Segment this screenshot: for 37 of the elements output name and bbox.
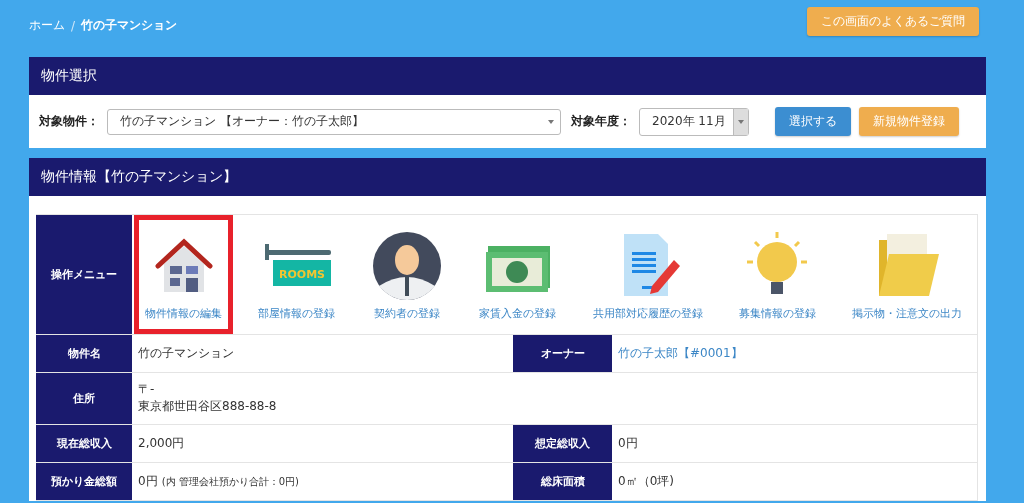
row-label: 住所 bbox=[36, 373, 132, 425]
field-label: 対象年度： bbox=[571, 113, 631, 130]
menu-item[interactable]: 共用部対応履歴の登録 bbox=[581, 215, 714, 334]
cell-value: 0㎡（0坪) bbox=[618, 472, 675, 490]
menu-item[interactable]: 掲示物・注意文の出力 bbox=[840, 215, 973, 334]
cell-value: 0円 bbox=[618, 434, 639, 452]
breadcrumb-separator: / bbox=[71, 18, 76, 33]
cell-value: 〒- bbox=[138, 381, 156, 398]
menu-item[interactable]: ROOMS 部屋情報の登録 bbox=[247, 215, 347, 334]
cell-value: 0円 (内 管理会社預かり合計：0円) bbox=[138, 472, 300, 490]
year-select[interactable]: 2020年 11月 bbox=[639, 107, 749, 136]
row-label: 物件名 bbox=[36, 335, 132, 373]
row-label: 想定総収入 bbox=[513, 424, 612, 463]
caret-icon bbox=[548, 119, 554, 124]
row-label: 操作メニュー bbox=[36, 215, 132, 335]
person-icon bbox=[371, 230, 444, 302]
cell-note: (内 管理会社預かり合計：0円) bbox=[161, 475, 299, 487]
caret-icon bbox=[738, 119, 744, 124]
owner-link[interactable]: 竹の子太郎【#0001】 bbox=[618, 344, 971, 363]
cell-value: 2,000円 bbox=[138, 434, 186, 452]
cell-value: 竹の子マンション bbox=[138, 344, 235, 362]
row-label: オーナー bbox=[513, 335, 612, 373]
menu-item[interactable]: 募集情報の登録 bbox=[727, 215, 827, 334]
cell-value: 東京都世田谷区888-88-8 bbox=[138, 398, 278, 416]
breadcrumb-item[interactable]: ホーム bbox=[29, 17, 65, 34]
menu-item[interactable]: 契約者の登録 bbox=[360, 215, 455, 334]
menu-item[interactable]: 家賃入金の登録 bbox=[468, 215, 568, 334]
action-button[interactable]: 選択する bbox=[775, 107, 851, 136]
breadcrumb-item: 竹の子マンション bbox=[81, 17, 178, 34]
property-select[interactable]: 竹の子マンション 【オーナー：竹の子太郎】 bbox=[107, 108, 561, 135]
panel-header: 物件情報【竹の子マンション】 bbox=[29, 158, 986, 196]
row-label: 預かり金総額 bbox=[36, 462, 132, 501]
row-label: 現在総収入 bbox=[36, 424, 132, 463]
field-label: 対象物件： bbox=[39, 113, 99, 130]
menu-item[interactable]: 物件情報の編集 bbox=[134, 215, 233, 334]
row-label: 総床面積 bbox=[513, 462, 612, 501]
panel-header: 物件選択 bbox=[29, 57, 986, 95]
